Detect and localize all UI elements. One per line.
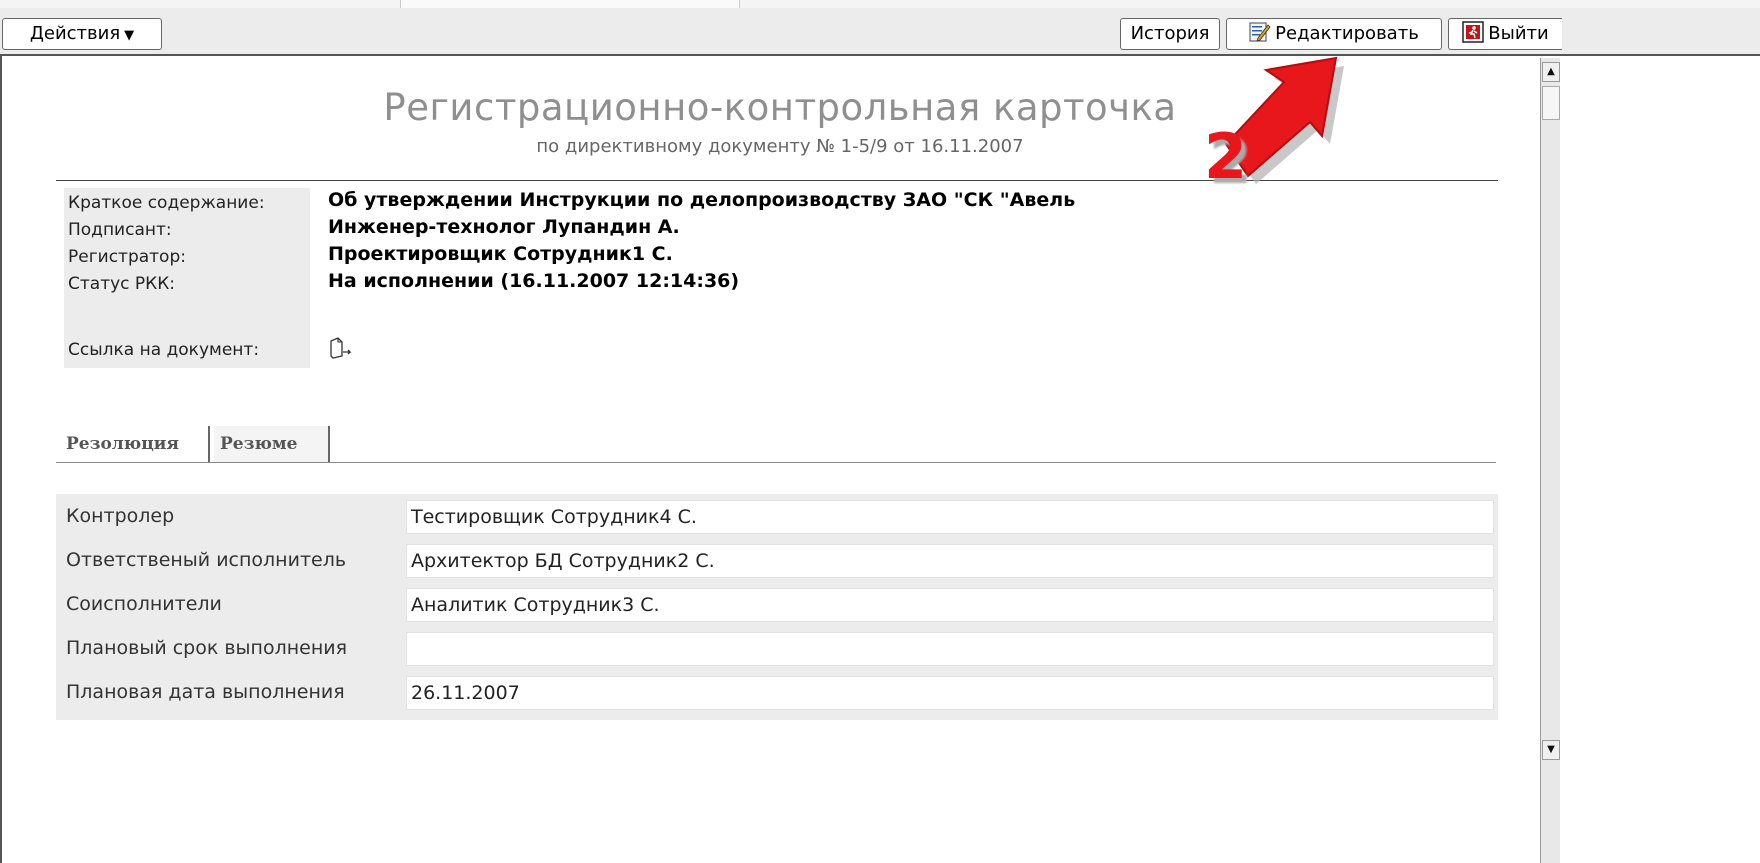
table-row: Ответственый исполнитель Архитектор БД С…	[56, 540, 1498, 580]
signer-value: Инженер-технолог Лупандин А.	[328, 216, 680, 238]
application-window: Действия ▼ История Редактировать Выйти ▲…	[0, 0, 1760, 863]
chevron-down-icon: ▼	[124, 28, 135, 43]
exit-button[interactable]: Выйти	[1448, 18, 1562, 50]
resolution-table: Контролер Тестировщик Сотрудник4 С. Отве…	[56, 494, 1498, 720]
exit-label: Выйти	[1488, 23, 1549, 44]
annotation-number: 2	[1204, 120, 1248, 193]
planned-term-label: Плановый срок выполнения	[66, 637, 348, 659]
exit-icon	[1462, 21, 1485, 43]
document-link-icon[interactable]	[328, 336, 354, 360]
table-row: Плановый срок выполнения	[56, 628, 1498, 668]
vertical-scrollbar[interactable]: ▲ ▼	[1540, 58, 1560, 863]
summary-label: Краткое содержание:	[68, 193, 265, 213]
tab-resolution[interactable]: Резолюция	[60, 426, 210, 462]
window-left-border	[0, 56, 2, 863]
toolbar-top-tab	[400, 0, 740, 8]
controller-value: Тестировщик Сотрудник4 С.	[406, 500, 1494, 534]
controller-label: Контролер	[66, 505, 175, 527]
registrar-label: Регистратор:	[68, 247, 186, 267]
co-executors-value: Аналитик Сотрудник3 С.	[406, 588, 1494, 622]
table-row: Плановая дата выполнения 26.11.2007	[56, 672, 1498, 712]
table-row: Соисполнители Аналитик Сотрудник3 С.	[56, 584, 1498, 624]
planned-date-value: 26.11.2007	[406, 676, 1494, 710]
toolbar-top-strip	[0, 0, 1760, 8]
doc-link-label: Ссылка на документ:	[68, 340, 260, 360]
status-value: На исполнении (16.11.2007 12:14:36)	[328, 270, 740, 292]
history-label: История	[1130, 23, 1210, 44]
signer-label: Подписант:	[68, 220, 172, 240]
planned-term-value	[406, 632, 1494, 666]
co-executors-label: Соисполнители	[66, 593, 222, 615]
edit-label: Редактировать	[1275, 23, 1419, 44]
edit-document-icon	[1249, 21, 1271, 43]
actions-menu-button[interactable]: Действия ▼	[2, 18, 162, 50]
arrow-down-icon[interactable]: ▼	[1542, 740, 1560, 760]
summary-value: Об утверждении Инструкции по делопроизво…	[328, 189, 1076, 211]
tab-summary[interactable]: Резюме	[214, 426, 330, 462]
page-subtitle: по директивному документу № 1-5/9 от 16.…	[536, 136, 1024, 157]
arrow-up-icon[interactable]: ▲	[1542, 62, 1560, 82]
tabs-underline	[56, 462, 1496, 463]
responsible-value: Архитектор БД Сотрудник2 С.	[406, 544, 1494, 578]
page-title: Регистрационно-контрольная карточка	[383, 86, 1177, 129]
status-label: Статус РКК:	[68, 274, 176, 294]
registrar-value: Проектировщик Сотрудник1 С.	[328, 243, 673, 265]
planned-date-label: Плановая дата выполнения	[66, 681, 345, 703]
edit-button[interactable]: Редактировать	[1226, 18, 1442, 50]
table-row: Контролер Тестировщик Сотрудник4 С.	[56, 496, 1498, 536]
actions-label: Действия	[29, 23, 121, 44]
toolbar: Действия ▼ История Редактировать Выйти	[0, 0, 1760, 56]
history-button[interactable]: История	[1120, 18, 1220, 50]
scrollbar-thumb[interactable]	[1542, 86, 1560, 120]
responsible-label: Ответственый исполнитель	[66, 549, 347, 571]
